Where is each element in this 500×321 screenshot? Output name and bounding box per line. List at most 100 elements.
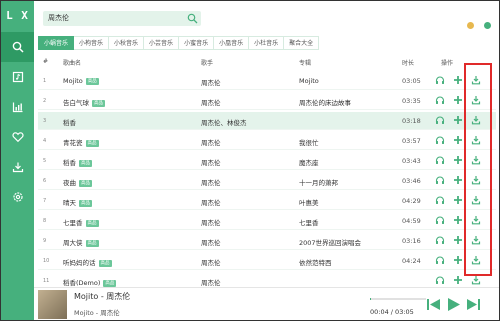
download-icon[interactable] [471, 95, 481, 105]
artist-name[interactable]: 周杰伦 [201, 277, 221, 287]
add-icon[interactable] [453, 175, 463, 185]
artist-name[interactable]: 周杰伦 [201, 257, 221, 267]
album-name[interactable]: 十一月的萧邦 [299, 177, 338, 187]
tab-source[interactable]: 小蜗音乐 [38, 36, 75, 50]
song-name[interactable]: 周大侠 高品 [63, 237, 99, 247]
headphone-icon[interactable] [435, 195, 445, 205]
artist-name[interactable]: 周杰伦 [201, 217, 221, 227]
song-name[interactable]: 稻香 高品 [63, 157, 92, 167]
tab-source[interactable]: 小杜音乐 [249, 36, 285, 50]
sidebar-item-search[interactable] [1, 32, 34, 62]
sidebar-item-settings[interactable] [1, 182, 34, 212]
artist-name[interactable]: 周杰伦 [201, 197, 221, 207]
headphone-icon[interactable] [435, 215, 445, 225]
table-row[interactable]: 9 周大侠 高品 周杰伦 2007世界巡回演唱会 03:16 [38, 232, 496, 250]
add-icon[interactable] [453, 275, 463, 285]
headphone-icon[interactable] [435, 155, 445, 165]
headphone-icon[interactable] [435, 235, 445, 245]
tab-source[interactable]: 小枸音乐 [74, 36, 110, 50]
quality-badge: 高品 [85, 240, 99, 247]
download-icon[interactable] [471, 135, 481, 145]
play-icon[interactable] [446, 297, 461, 312]
row-number: 10 [43, 258, 50, 264]
artist-name[interactable]: 周杰伦 [201, 137, 221, 147]
headphone-icon[interactable] [435, 115, 445, 125]
album-name[interactable]: 魔杰座 [299, 157, 319, 167]
tab-source[interactable]: 小蜜音乐 [179, 36, 215, 50]
song-name[interactable]: 青花瓷 高品 [63, 137, 99, 147]
table-row[interactable]: 4 青花瓷 高品 周杰伦 我很忙 03:57 [38, 132, 496, 150]
table-row[interactable]: 10 听妈妈的话 高品 周杰伦 依然范特西 04:24 [38, 252, 496, 270]
song-name[interactable]: 夜曲 高品 [63, 177, 92, 187]
headphone-icon[interactable] [435, 75, 445, 85]
artist-name[interactable]: 周杰伦 [201, 177, 221, 187]
download-icon[interactable] [471, 175, 481, 185]
search-input[interactable]: 周杰伦 [43, 11, 201, 26]
tab-source[interactable]: 聚合大全 [284, 36, 320, 50]
table-row[interactable]: 3 稻香 周杰伦、林俊杰 03:18 [38, 112, 496, 130]
table-row[interactable]: 2 告白气球 高品 周杰伦 周杰伦的床边故事 03:35 [38, 92, 496, 110]
album-name[interactable]: 依然范特西 [299, 257, 332, 267]
artist-name[interactable]: 周杰伦 [201, 237, 221, 247]
artist-name[interactable]: 周杰伦 [201, 77, 221, 87]
tab-source[interactable]: 小凰音乐 [214, 36, 250, 50]
tab-source[interactable]: 小秋音乐 [109, 36, 145, 50]
sidebar-item-favorites[interactable] [1, 122, 34, 152]
download-icon[interactable] [471, 75, 481, 85]
sidebar-item-download[interactable] [1, 152, 34, 182]
download-icon[interactable] [471, 195, 481, 205]
add-icon[interactable] [453, 235, 463, 245]
album-name[interactable]: 2007世界巡回演唱会 [299, 237, 361, 247]
headphone-icon[interactable] [435, 135, 445, 145]
add-icon[interactable] [453, 255, 463, 265]
table-row[interactable]: 1 Mojito 高品 周杰伦 Mojito 03:05 [38, 72, 496, 90]
search-icon[interactable] [187, 13, 198, 24]
add-icon[interactable] [453, 155, 463, 165]
table-row[interactable]: 7 晴天 高品 周杰伦 叶惠美 04:29 [38, 192, 496, 210]
album-cover[interactable] [38, 290, 67, 319]
headphone-icon[interactable] [435, 95, 445, 105]
song-name[interactable]: Mojito 高品 [63, 77, 99, 85]
add-icon[interactable] [453, 135, 463, 145]
album-name[interactable]: 周杰伦的床边故事 [299, 97, 351, 107]
download-icon[interactable] [471, 215, 481, 225]
next-icon[interactable] [466, 297, 481, 312]
tab-source[interactable]: 小芸音乐 [144, 36, 180, 50]
add-icon[interactable] [453, 215, 463, 225]
previous-icon[interactable] [426, 297, 441, 312]
download-icon[interactable] [471, 275, 481, 285]
song-name[interactable]: 稻香(Demo) 高品 [63, 277, 117, 287]
headphone-icon[interactable] [435, 275, 445, 285]
download-icon[interactable] [471, 235, 481, 245]
add-icon[interactable] [453, 195, 463, 205]
song-name[interactable]: 听妈妈的话 高品 [63, 257, 112, 267]
add-icon[interactable] [453, 115, 463, 125]
headphone-icon[interactable] [435, 175, 445, 185]
album-name[interactable]: 叶惠美 [299, 197, 319, 207]
minimize-button[interactable] [466, 22, 474, 29]
download-icon[interactable] [471, 115, 481, 125]
song-name[interactable]: 稻香 [63, 117, 76, 127]
download-icon[interactable] [471, 155, 481, 165]
table-row[interactable]: 5 稻香 高品 周杰伦 魔杰座 03:43 [38, 152, 496, 170]
sidebar-item-library[interactable] [1, 62, 34, 92]
download-icon[interactable] [471, 255, 481, 265]
album-name[interactable]: 我很忙 [299, 137, 319, 147]
song-name[interactable]: 告白气球 高品 [63, 97, 105, 107]
maximize-button[interactable] [484, 22, 491, 29]
add-icon[interactable] [453, 95, 463, 105]
song-name[interactable]: 晴天 高品 [63, 197, 92, 207]
sidebar-item-charts[interactable] [1, 92, 34, 122]
song-name[interactable]: 七里香 高品 [63, 217, 99, 227]
add-icon[interactable] [453, 75, 463, 85]
artist-name[interactable]: 周杰伦 [201, 97, 221, 107]
table-row[interactable]: 8 七里香 高品 周杰伦 七里香 04:59 [38, 212, 496, 230]
artist-name[interactable]: 周杰伦、林俊杰 [201, 117, 247, 127]
row-actions [435, 195, 495, 207]
headphone-icon[interactable] [435, 255, 445, 265]
album-name[interactable]: 七里香 [299, 217, 319, 227]
table-row[interactable]: 6 夜曲 高品 周杰伦 十一月的萧邦 03:46 [38, 172, 496, 190]
artist-name[interactable]: 周杰伦 [201, 157, 221, 167]
album-name[interactable]: Mojito [299, 77, 319, 85]
progress-bar[interactable] [370, 298, 426, 300]
